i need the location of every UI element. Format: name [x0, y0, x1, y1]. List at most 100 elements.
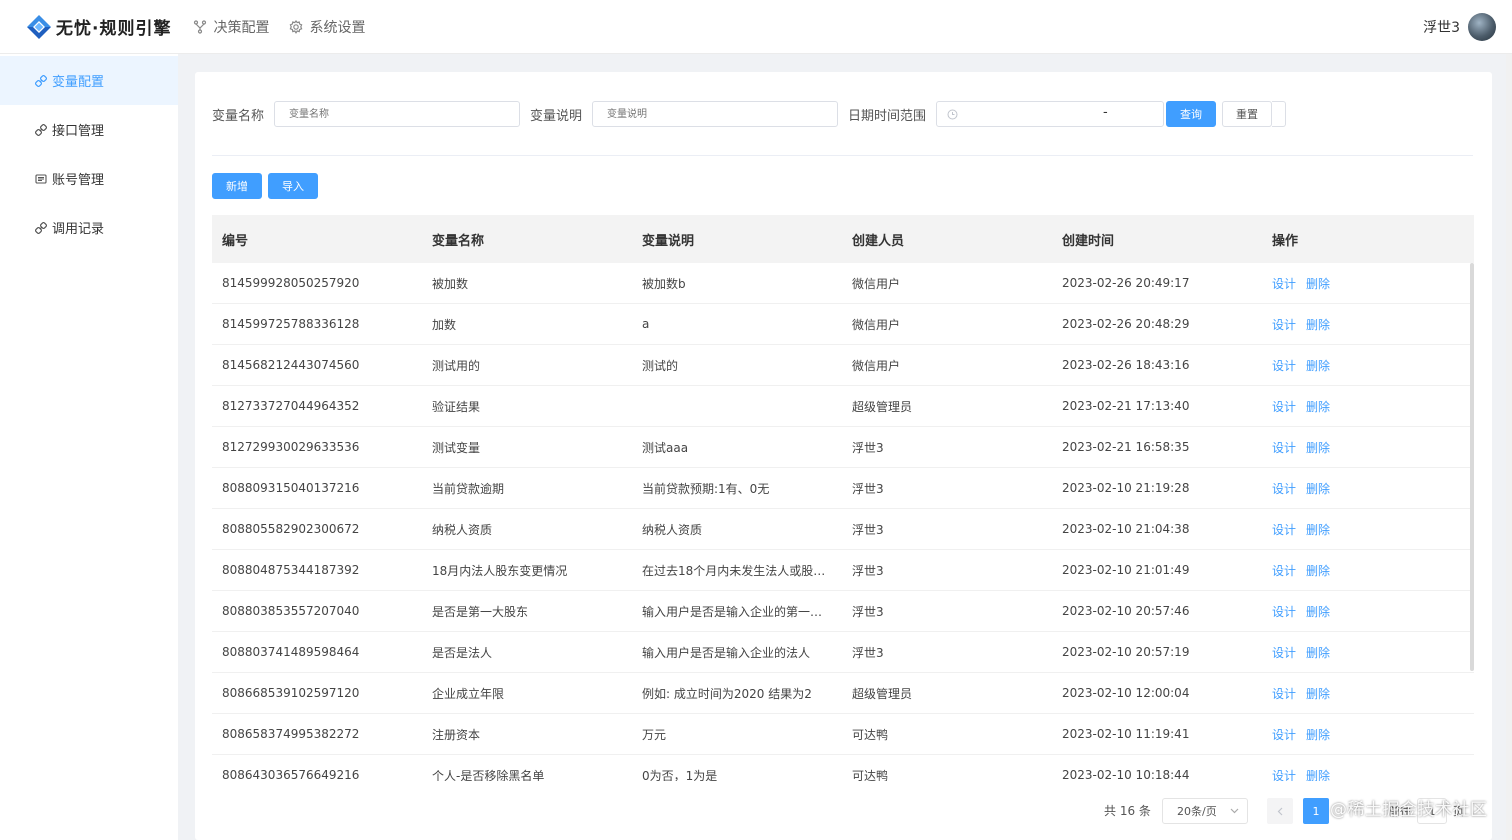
design-link[interactable]: 设计	[1272, 523, 1296, 537]
cell-actions: 设计 删除	[1262, 644, 1454, 661]
cell-creator: 微信用户	[852, 317, 901, 332]
cell-variable-desc: 万元	[642, 727, 667, 742]
table-row: 814599928050257920 被加数 被加数b 微信用户 2023-02-26 …	[212, 263, 1474, 304]
cell-variable-desc: 被加数b	[642, 276, 686, 291]
delete-link[interactable]: 删除	[1306, 441, 1330, 455]
cell-creator: 微信用户	[852, 276, 901, 291]
variable-name-input[interactable]	[274, 101, 521, 127]
import-button[interactable]: 导入	[268, 173, 318, 199]
reset-button[interactable]: 重置	[1222, 101, 1273, 127]
cell-actions: 设计 删除	[1262, 480, 1454, 497]
cell-variable-name: 纳税人资质	[432, 522, 493, 537]
variable-desc-input[interactable]	[592, 101, 839, 127]
delete-link[interactable]: 删除	[1306, 359, 1330, 373]
cell-created-time: 2023-02-10 20:57:46	[1062, 604, 1190, 618]
delete-link[interactable]: 删除	[1306, 646, 1330, 660]
delete-link[interactable]: 删除	[1306, 564, 1330, 578]
action-bar: 新增 导入	[212, 173, 318, 199]
delete-link[interactable]: 删除	[1306, 318, 1330, 332]
cell-actions: 设计 删除	[1262, 357, 1454, 374]
cell-id: 812733727044964352	[222, 399, 360, 413]
logo[interactable]: 无忧·规则引擎	[26, 14, 171, 40]
column-header-name: 变量名称	[432, 233, 485, 249]
delete-link[interactable]: 删除	[1306, 277, 1330, 291]
design-link[interactable]: 设计	[1272, 359, 1296, 373]
delete-link[interactable]: 删除	[1306, 482, 1330, 496]
delete-link[interactable]: 删除	[1306, 769, 1330, 782]
link-icon	[35, 221, 47, 234]
design-link[interactable]: 设计	[1272, 728, 1296, 742]
cell-created-time: 2023-02-21 16:58:35	[1062, 440, 1190, 454]
cell-actions: 设计 删除	[1262, 439, 1454, 456]
user-menu[interactable]: 浮世3	[1423, 13, 1496, 41]
delete-link[interactable]: 删除	[1306, 523, 1330, 537]
avatar[interactable]	[1468, 13, 1496, 41]
cell-created-time: 2023-02-10 20:57:19	[1062, 645, 1190, 659]
cell-creator: 浮世3	[852, 604, 884, 619]
column-header-actions: 操作	[1272, 233, 1299, 249]
cell-variable-name: 被加数	[432, 276, 469, 291]
table-body: 814599928050257920 被加数 被加数b 微信用户 2023-02-26 …	[212, 263, 1474, 781]
cell-id: 814599725788336128	[222, 317, 360, 331]
design-link[interactable]: 设计	[1272, 277, 1296, 291]
sidebar-item-interface-manage[interactable]: 接口管理	[0, 105, 178, 154]
sidebar-item-variable-config[interactable]: 变量配置	[0, 56, 178, 105]
table-scrollbar[interactable]	[1470, 263, 1474, 671]
topnav-decision-config[interactable]: 决策配置	[193, 17, 269, 37]
design-link[interactable]: 设计	[1272, 482, 1296, 496]
link-icon	[35, 74, 47, 87]
delete-link[interactable]: 删除	[1306, 400, 1330, 414]
design-link[interactable]: 设计	[1272, 564, 1296, 578]
table-row: 808805582902300672 纳税人资质 纳税人资质 浮世3 2023-02-1…	[212, 509, 1474, 550]
page-number-1[interactable]: 1	[1303, 798, 1329, 824]
column-header-desc: 变量说明	[642, 233, 695, 249]
variable-name-label: 变量名称	[212, 108, 265, 124]
cell-id: 808668539102597120	[222, 686, 360, 700]
delete-link[interactable]: 删除	[1306, 728, 1330, 742]
cell-creator: 超级管理员	[852, 686, 913, 701]
cell-created-time: 2023-02-10 21:04:38	[1062, 522, 1190, 536]
sidebar-item-label: 账号管理	[52, 173, 105, 188]
cell-actions: 设计 删除	[1262, 685, 1454, 702]
cell-created-time: 2023-02-26 20:49:17	[1062, 276, 1190, 290]
delete-link[interactable]: 删除	[1306, 687, 1330, 701]
page-size-value: 20条/页	[1177, 805, 1217, 818]
cell-id: 808803741489598464	[222, 645, 360, 659]
cell-creator: 浮世3	[852, 563, 884, 578]
cell-actions: 设计 删除	[1262, 275, 1454, 292]
cell-variable-name: 是否是第一大股东	[432, 604, 529, 619]
cell-variable-name: 加数	[432, 317, 457, 332]
cell-variable-name: 企业成立年限	[432, 686, 505, 701]
sidebar-item-account-manage[interactable]: 账号管理	[0, 154, 178, 203]
cell-id: 814568212443074560	[222, 358, 360, 372]
pagination-total: 共 16 条	[1104, 804, 1151, 818]
design-link[interactable]: 设计	[1272, 687, 1296, 701]
design-link[interactable]: 设计	[1272, 400, 1296, 414]
delete-link[interactable]: 删除	[1306, 605, 1330, 619]
main-content: 变量名称 变量说明 日期时间范围 - 查询 重置 新增 导入 编号 变量名称 变…	[195, 72, 1492, 840]
column-header-created-time: 创建时间	[1062, 233, 1115, 249]
cell-creator: 浮世3	[852, 645, 884, 660]
topnav-system-settings[interactable]: 系统设置	[289, 17, 365, 37]
design-link[interactable]: 设计	[1272, 769, 1296, 782]
page-scrollbar[interactable]	[1506, 54, 1512, 840]
design-link[interactable]: 设计	[1272, 318, 1296, 332]
prev-page-button[interactable]	[1267, 798, 1293, 824]
cell-created-time: 2023-02-10 12:00:04	[1062, 686, 1190, 700]
cell-variable-name: 测试变量	[432, 440, 481, 455]
sidebar-item-call-records[interactable]: 调用记录	[0, 203, 178, 252]
query-button[interactable]: 查询	[1166, 101, 1217, 127]
cell-variable-desc: 例如: 成立时间为2020 结果为2	[642, 686, 812, 701]
chevron-left-icon	[1277, 807, 1283, 815]
add-button[interactable]: 新增	[212, 173, 262, 199]
cell-variable-desc: 输入用户是否是输入企业的法人	[642, 645, 811, 660]
design-link[interactable]: 设计	[1272, 605, 1296, 619]
cell-variable-name: 个人-是否移除黑名单	[432, 768, 545, 782]
design-link[interactable]: 设计	[1272, 441, 1296, 455]
cell-variable-desc: a	[642, 317, 650, 331]
design-link[interactable]: 设计	[1272, 646, 1296, 660]
date-range-picker[interactable]: -	[936, 101, 1165, 127]
page-size-select[interactable]: 20条/页	[1162, 798, 1248, 824]
cell-actions: 设计 删除	[1262, 726, 1454, 743]
link-icon	[35, 123, 47, 136]
